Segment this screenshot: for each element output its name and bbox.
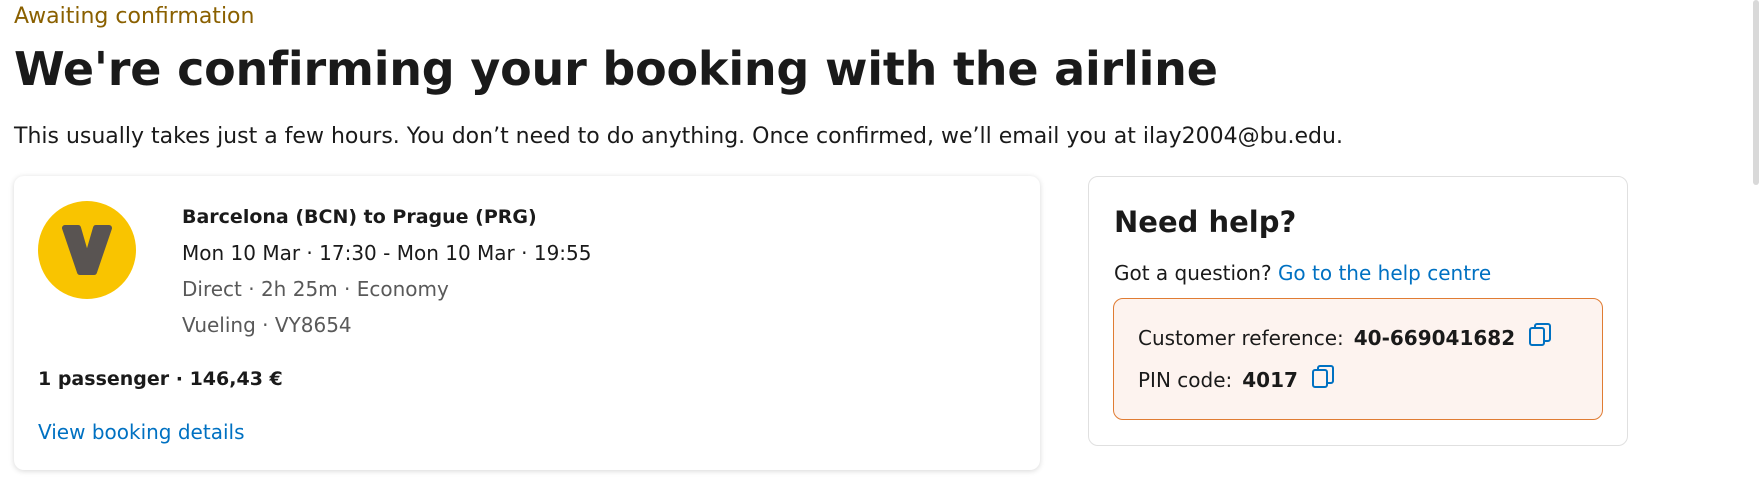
flight-details: Direct · 2h 25m · Economy: [182, 277, 449, 301]
copy-icon[interactable]: [1311, 365, 1334, 394]
booking-card: Barcelona (BCN) to Prague (PRG) Mon 10 M…: [14, 176, 1040, 470]
copy-icon[interactable]: [1529, 323, 1552, 352]
flight-number: Vueling · VY8654: [182, 313, 352, 337]
help-title: Need help?: [1114, 205, 1297, 239]
help-question-text: Got a question?: [1114, 261, 1272, 285]
status-label: Awaiting confirmation: [14, 4, 255, 29]
pin-code-label: PIN code:: [1138, 367, 1233, 392]
pin-code-row: PIN code: 4017: [1138, 365, 1334, 394]
customer-reference-label: Customer reference:: [1138, 325, 1344, 350]
reference-box: Customer reference: 40-669041682 PIN cod…: [1113, 298, 1603, 420]
booking-confirmation-page: Awaiting confirmation We're confirming y…: [0, 0, 1759, 483]
help-centre-link[interactable]: Go to the help centre: [1278, 261, 1491, 285]
page-subtitle: This usually takes just a few hours. You…: [14, 124, 1343, 149]
help-question: Got a question? Go to the help centre: [1114, 261, 1491, 285]
help-card: Need help? Got a question? Go to the hel…: [1088, 176, 1628, 446]
vueling-logo-icon: [38, 201, 136, 299]
flight-route: Barcelona (BCN) to Prague (PRG): [182, 206, 537, 228]
pin-code-value: 4017: [1242, 367, 1298, 392]
scrollbar[interactable]: [1753, 0, 1759, 185]
flight-times: Mon 10 Mar · 17:30 - Mon 10 Mar · 19:55: [182, 241, 592, 265]
page-title: We're confirming your booking with the a…: [14, 42, 1218, 96]
customer-reference-value: 40-669041682: [1353, 325, 1516, 350]
view-booking-details-link[interactable]: View booking details: [38, 420, 244, 444]
customer-reference-row: Customer reference: 40-669041682: [1138, 323, 1552, 352]
booking-price: 1 passenger · 146,43 €: [38, 368, 283, 390]
